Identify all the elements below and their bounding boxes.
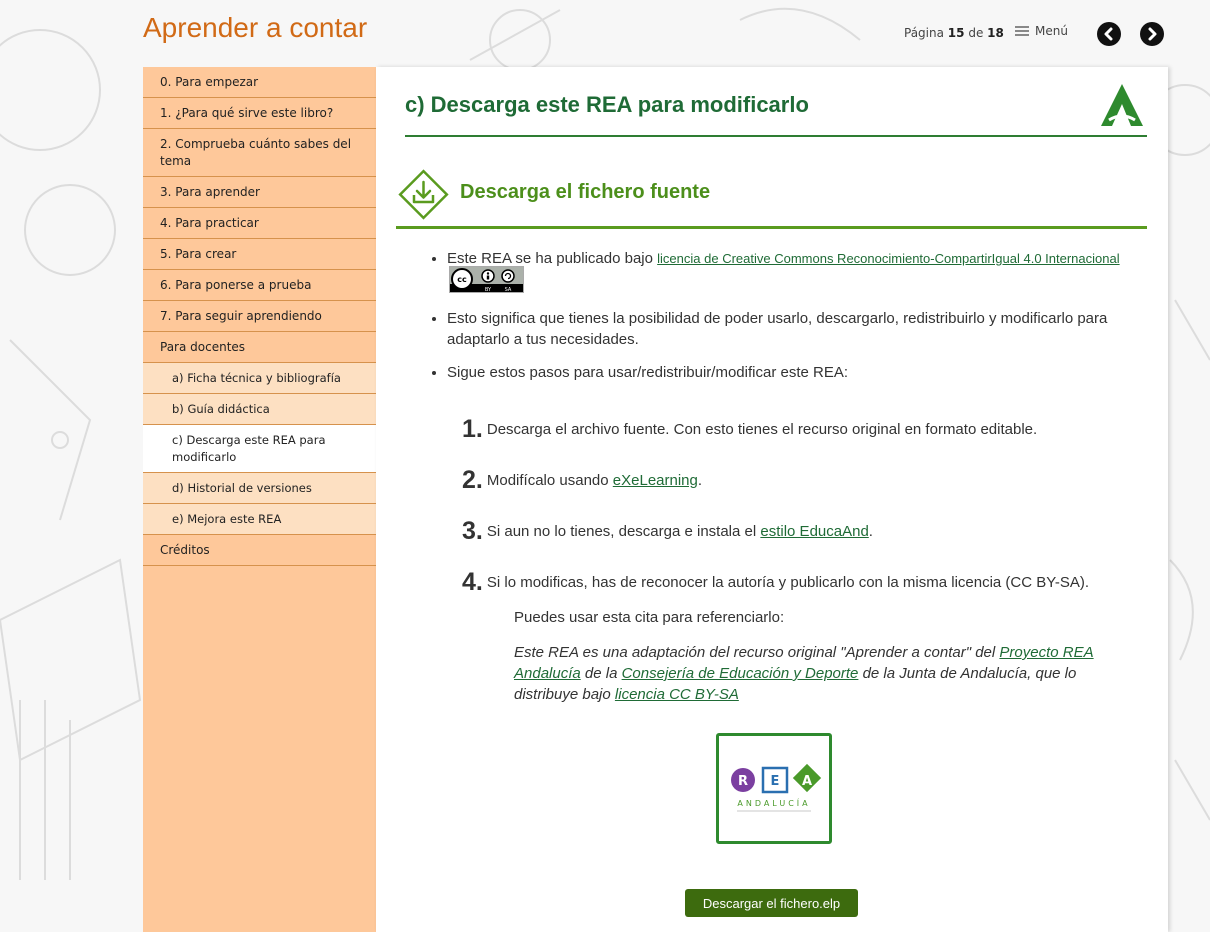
chevron-left-icon bbox=[1104, 27, 1113, 41]
step-number: 2. bbox=[462, 466, 483, 494]
sidebar-item-para-docentes[interactable]: Para docentes bbox=[143, 332, 376, 363]
license-link[interactable]: licencia de Creative Commons Reconocimie… bbox=[657, 251, 1119, 266]
sidebar-list: 0. Para empezar 1. ¿Para qué sirve este … bbox=[143, 67, 376, 566]
page-title: c) Descarga este REA para modificarlo bbox=[405, 92, 809, 117]
citation-block: Puedes usar esta cita para referenciarlo… bbox=[514, 607, 1114, 705]
step-item: 1. Descarga el archivo fuente. Con esto … bbox=[462, 404, 1132, 455]
cc-sa-label: SA bbox=[505, 287, 512, 293]
list-item: Sigue estos pasos para usar/redistribuir… bbox=[447, 362, 1137, 383]
rea-andalucia-logo: R E A ANDALUCÍA bbox=[716, 733, 832, 844]
download-elp-button[interactable]: Descargar el fichero.elp bbox=[685, 889, 858, 917]
chevron-right-icon bbox=[1148, 27, 1157, 41]
step-text-end: . bbox=[868, 523, 873, 540]
step-text-end: . bbox=[697, 472, 703, 489]
step-item: 2. Modifícalo usando eXeLearning. bbox=[462, 455, 1132, 506]
current-page: 15 bbox=[947, 26, 965, 40]
cc-by-label: BY bbox=[485, 287, 492, 293]
citation-text: Este REA es una adaptación del recurso o… bbox=[514, 642, 1114, 705]
next-page-button[interactable] bbox=[1140, 22, 1164, 46]
license-intro-text: Este REA se ha publicado bajo bbox=[447, 250, 653, 267]
sidebar-item-ponerse-a-prueba[interactable]: 6. Para ponerse a prueba bbox=[143, 270, 376, 301]
info-bullet-list: Este REA se ha publicado bajo licencia d… bbox=[429, 248, 1137, 395]
rea-andalucia-label: ANDALUCÍA bbox=[737, 797, 810, 808]
citation-part: de la bbox=[584, 665, 618, 682]
hamburger-icon bbox=[1015, 26, 1029, 36]
previous-page-button[interactable] bbox=[1097, 22, 1121, 46]
sidebar-item-seguir-aprendiendo[interactable]: 7. Para seguir aprendiendo bbox=[143, 301, 376, 332]
step-number: 4. bbox=[462, 568, 483, 596]
page-label: Página bbox=[904, 26, 944, 40]
sidebar-item-para-practicar[interactable]: 4. Para practicar bbox=[143, 208, 376, 239]
step-text: Modifícalo usando bbox=[486, 472, 609, 489]
site-title: Aprender a contar bbox=[143, 12, 368, 43]
sidebar-item-para-crear[interactable]: 5. Para crear bbox=[143, 239, 376, 270]
sidebar-item-ficha-tecnica[interactable]: a) Ficha técnica y bibliografía bbox=[143, 363, 376, 394]
sidebar-item-para-empezar[interactable]: 0. Para empezar bbox=[143, 67, 376, 98]
sidebar-item-guia-didactica[interactable]: b) Guía didáctica bbox=[143, 394, 376, 425]
section-header: Descarga el fichero fuente bbox=[396, 167, 1147, 229]
sidebar-item-historial-versiones[interactable]: d) Historial de versiones bbox=[143, 473, 376, 504]
consejeria-link[interactable]: Consejería de Educación y Deporte bbox=[622, 665, 859, 682]
rea-letter-e: E bbox=[771, 774, 780, 789]
sidebar-item-mejora-rea[interactable]: e) Mejora este REA bbox=[143, 504, 376, 535]
section-title: Descarga el fichero fuente bbox=[460, 181, 711, 203]
menu-label: Menú bbox=[1035, 24, 1068, 38]
of-label: de bbox=[968, 26, 984, 40]
junta-andalucia-logo bbox=[1101, 84, 1143, 126]
main-content: c) Descarga este REA para modificarlo De… bbox=[376, 67, 1168, 932]
list-item: Este REA se ha publicado bajo licencia d… bbox=[447, 248, 1137, 296]
step-text: Si lo modificas, has de reconocer la aut… bbox=[486, 574, 1090, 591]
rea-letter-r: R bbox=[738, 774, 748, 789]
svg-text:cc: cc bbox=[457, 275, 467, 284]
step-item: 3. Si aun no lo tienes, descarga e insta… bbox=[462, 506, 1132, 557]
cc-by-sa-link[interactable]: licencia CC BY-SA bbox=[615, 686, 739, 703]
download-icon bbox=[398, 169, 449, 220]
exelearning-link[interactable]: eXeLearning bbox=[613, 470, 698, 491]
sidebar-item-descarga-rea[interactable]: c) Descarga este REA para modificarlo bbox=[143, 425, 376, 473]
menu-toggle[interactable]: Menú bbox=[1015, 24, 1068, 38]
list-item: Esto significa que tienes la posibilidad… bbox=[447, 308, 1137, 350]
sidebar-item-creditos[interactable]: Créditos bbox=[143, 535, 376, 566]
sidebar-item-para-aprender[interactable]: 3. Para aprender bbox=[143, 177, 376, 208]
page-header: c) Descarga este REA para modificarlo bbox=[405, 82, 1147, 137]
cc-by-sa-badge[interactable]: cc BY SA bbox=[449, 266, 524, 293]
step-item: 4. Si lo modificas, has de reconocer la … bbox=[462, 557, 1132, 608]
sidebar-item-comprueba[interactable]: 2. Comprueba cuánto sabes del tema bbox=[143, 129, 376, 177]
step-text: Descarga el archivo fuente. Con esto tie… bbox=[486, 421, 1038, 438]
step-number: 3. bbox=[462, 517, 483, 545]
rea-letter-a: A bbox=[802, 774, 812, 789]
sidebar-nav: 0. Para empezar 1. ¿Para qué sirve este … bbox=[143, 67, 376, 932]
sidebar-item-para-que-sirve[interactable]: 1. ¿Para qué sirve este libro? bbox=[143, 98, 376, 129]
citation-part: Este REA es una adaptación del recurso o… bbox=[514, 644, 996, 661]
citation-intro: Puedes usar esta cita para referenciarlo… bbox=[514, 609, 785, 626]
step-text: Si aun no lo tienes, descarga e instala … bbox=[486, 523, 757, 540]
educaand-style-link[interactable]: estilo EducaAnd bbox=[760, 521, 868, 542]
steps-list: 1. Descarga el archivo fuente. Con esto … bbox=[462, 404, 1132, 608]
step-number: 1. bbox=[462, 415, 483, 443]
pagination: Página 15 de 18 bbox=[904, 26, 1004, 40]
total-pages: 18 bbox=[987, 26, 1004, 40]
